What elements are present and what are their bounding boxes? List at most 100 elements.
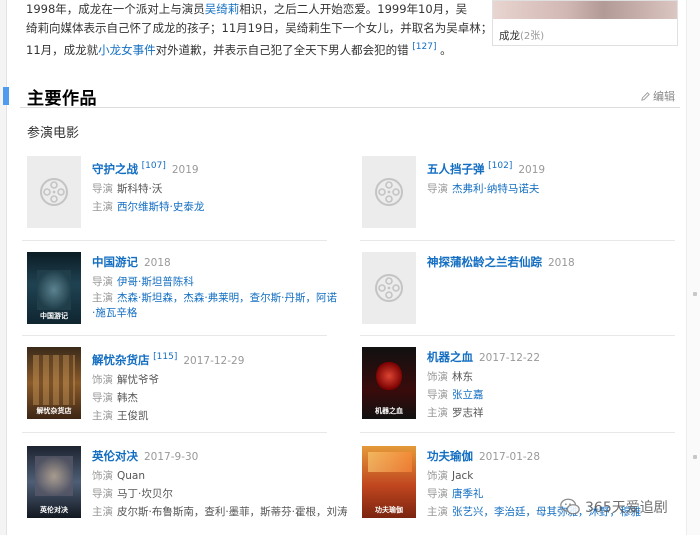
star-name: 皮尔斯·布鲁斯南，查利·墨菲，斯蒂芬·霍根，刘涛 (117, 506, 348, 518)
film-title[interactable]: 中国游记 (92, 255, 138, 269)
wechat-icon (560, 498, 580, 515)
film-poster-placeholder[interactable] (27, 156, 81, 228)
link-wu-qili[interactable]: 吴绮莉 (205, 2, 240, 16)
film-card[interactable]: 英伦对决 英伦对决 2017-9-30 饰演 Quan 导演 马丁·坎贝尔 主演 皮尔斯… (27, 446, 348, 528)
link-xiaolongnv-event[interactable]: 小龙女事件 (98, 43, 156, 57)
film-poster-placeholder[interactable] (362, 252, 416, 324)
film-card[interactable]: 解忧杂货店 解忧杂货店 [115] 2017-12-29 饰演 解忧爷爷 导演 韩杰 … (27, 347, 347, 429)
watermark: 365天爱追剧 (559, 496, 668, 518)
row-label: 导演 (92, 488, 113, 500)
intro-line-3: 11月，成龙就小龙女事件对外道歉，并表示自己犯了全天下男人都会犯的错 [127]… (26, 38, 486, 60)
star-link[interactable]: 杰森·斯坦森，杰森·弗莱明，查尔斯·丹斯，阿诺·施瓦辛格 (92, 292, 337, 319)
section-divider (20, 107, 680, 108)
row-label: 饰演 (92, 470, 113, 482)
poster-title-text: 解忧杂货店 (36, 407, 72, 415)
poster-art (37, 270, 71, 310)
film-card[interactable]: 机器之血 机器之血 2017-12-22 饰演 林东 导演 张立嘉 主演 罗志祥 (362, 347, 682, 429)
scroll-marker (693, 455, 697, 459)
film-poster[interactable]: 功夫瑜伽 (362, 446, 416, 518)
film-reel-icon (375, 178, 403, 206)
film-year: 2019 (518, 163, 546, 176)
film-card[interactable]: 守护之战 [107] 2019 导演 斯科特·沃 主演 西尔维斯特·史泰龙 (27, 156, 347, 238)
row-label: 饰演 (427, 470, 448, 482)
film-year: 2017-12-29 (183, 354, 245, 367)
left-gutter (0, 0, 7, 535)
director-name: 斯科特·沃 (117, 182, 163, 195)
film-card[interactable]: 五人挡子弹 [102] 2019 导演 杰弗利·纳特马诺夫 (362, 156, 682, 238)
row-label: 导演 (92, 182, 113, 195)
film-poster[interactable]: 英伦对决 (27, 446, 81, 518)
subheading-films: 参演电影 (27, 126, 80, 141)
film-reference[interactable]: [102] (488, 161, 512, 171)
poster-art (33, 355, 75, 405)
film-year: 2018 (144, 257, 171, 269)
row-label: 饰演 (92, 373, 113, 386)
photo-count: (2张) (520, 31, 545, 42)
reference-127[interactable]: [127] (412, 42, 436, 52)
star-link[interactable]: 西尔维斯特·史泰龙 (117, 201, 204, 213)
right-scroll-gutter[interactable] (686, 0, 700, 535)
photo-card[interactable]: 成龙(2张) (492, 0, 678, 46)
role-name: Quan (117, 470, 146, 482)
film-title[interactable]: 机器之血 (427, 350, 473, 364)
film-year: 2017-12-22 (479, 352, 541, 364)
film-year: 2019 (171, 163, 199, 176)
film-reference[interactable]: [107] (142, 161, 166, 171)
row-label: 主演 (92, 409, 113, 422)
intro-text: 1998年，成龙在一个派对上与演员 (26, 2, 205, 16)
film-title[interactable]: 解忧杂货店 (92, 353, 150, 367)
role-name: 林东 (452, 371, 473, 383)
row-label: 导演 (92, 391, 113, 404)
director-link[interactable]: 张立嘉 (452, 389, 484, 401)
film-card[interactable]: 中国游记 中国游记 2018 导演 伊哥·斯坦普陈科 主演 杰森·斯坦森，杰森·弗莱明… (27, 252, 347, 334)
section-title: 主要作品 (27, 89, 97, 109)
row-divider (22, 240, 327, 241)
row-label: 导演 (92, 276, 113, 288)
film-title[interactable]: 功夫瑜伽 (427, 449, 473, 463)
director-name: 韩杰 (117, 391, 138, 404)
row-divider (360, 240, 675, 241)
film-reel-icon (40, 178, 68, 206)
director-link[interactable]: 唐季礼 (452, 488, 484, 500)
director-name: 马丁·坎贝尔 (117, 488, 173, 500)
film-card[interactable]: 神探蒲松龄之兰若仙踪 2018 (362, 252, 682, 334)
film-poster[interactable]: 机器之血 (362, 347, 416, 419)
film-title[interactable]: 神探蒲松龄之兰若仙踪 (427, 255, 542, 269)
edit-label: 编辑 (653, 90, 675, 103)
edit-button[interactable]: 编辑 (640, 88, 675, 104)
row-label: 主演 (427, 506, 448, 518)
film-poster[interactable]: 解忧杂货店 (27, 347, 81, 419)
film-poster-placeholder[interactable] (362, 156, 416, 228)
section-accent-bar (3, 87, 9, 105)
intro-paragraph: 1998年，成龙在一个派对上与演员吴绮莉相识，之后二人开始恋爱。1999年10月… (26, 0, 493, 60)
scroll-marker (693, 292, 697, 296)
film-reference[interactable]: [115] (153, 352, 177, 362)
photo-caption: 成龙(2张) (493, 19, 677, 51)
row-divider (22, 432, 327, 433)
intro-text: 11月，成龙就 (26, 42, 99, 57)
photo-image[interactable] (493, 1, 677, 19)
row-divider (22, 335, 327, 336)
film-reel-icon (375, 274, 403, 302)
director-link[interactable]: 杰弗利·纳特马诺夫 (452, 183, 539, 195)
intro-text: 。 (440, 42, 452, 57)
row-label: 主演 (427, 407, 448, 419)
intro-text: 对外道歉，并表示自己犯了全天下男人都会犯的错 (155, 42, 409, 57)
star-name: 王俊凯 (117, 409, 149, 422)
film-title[interactable]: 守护之战 (92, 162, 138, 176)
intro-text: 相识，之后二人开始恋爱。1999年10月，吴 (239, 2, 468, 16)
row-label: 导演 (427, 488, 448, 500)
film-poster[interactable]: 中国游记 (27, 252, 81, 324)
film-year: 2017-9-30 (144, 451, 199, 463)
film-title[interactable]: 五人挡子弹 (427, 162, 485, 176)
poster-title-text: 英伦对决 (40, 506, 68, 514)
star-name: 罗志祥 (452, 407, 484, 419)
intro-line-2: 绮莉向媒体表示自己怀了成龙的孩子；11月19日，吴绮莉生下一个女儿，并取名为吴卓… (26, 21, 493, 35)
director-link[interactable]: 伊哥·斯坦普陈科 (117, 276, 194, 288)
photo-caption-name: 成龙 (499, 30, 520, 42)
poster-art (376, 361, 402, 391)
row-label: 主演 (92, 292, 113, 304)
film-year: 2018 (548, 257, 575, 269)
film-title[interactable]: 英伦对决 (92, 449, 138, 463)
row-label: 导演 (427, 389, 448, 401)
